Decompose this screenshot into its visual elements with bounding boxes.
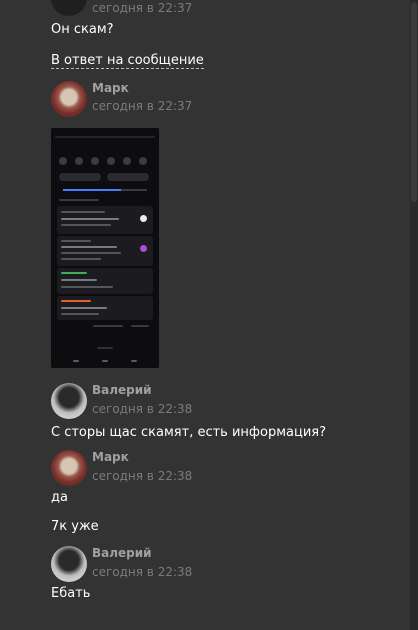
avatar[interactable]: [51, 546, 87, 582]
message-text: да: [51, 490, 68, 505]
author-name[interactable]: Марк: [92, 450, 129, 464]
avatar[interactable]: [51, 81, 87, 117]
message-text: С сторы щас скамят, есть информация?: [51, 425, 327, 440]
message-time: сегодня в 22:37: [92, 1, 193, 15]
message-time: сегодня в 22:38: [92, 402, 193, 416]
message-text: 7к уже: [51, 519, 99, 534]
message-text: Он скам?: [51, 22, 114, 37]
message-time: сегодня в 22:37: [92, 99, 193, 113]
author-name[interactable]: Марк: [92, 81, 129, 95]
reply-link[interactable]: В ответ на сообщение: [51, 53, 204, 69]
scrollbar[interactable]: [410, 0, 418, 630]
scrollbar-thumb[interactable]: [411, 2, 417, 202]
attached-screenshot[interactable]: [51, 128, 159, 368]
avatar[interactable]: [51, 383, 87, 419]
avatar[interactable]: [51, 0, 87, 16]
message-time: сегодня в 22:38: [92, 565, 193, 579]
chat-log: сегодня в 22:37 Он скам? В ответ на сооб…: [0, 0, 410, 630]
author-name[interactable]: Валерий: [92, 383, 152, 397]
author-name[interactable]: Валерий: [92, 546, 152, 560]
avatar[interactable]: [51, 450, 87, 486]
message-time: сегодня в 22:38: [92, 469, 193, 483]
message-text: Ебать: [51, 586, 91, 601]
